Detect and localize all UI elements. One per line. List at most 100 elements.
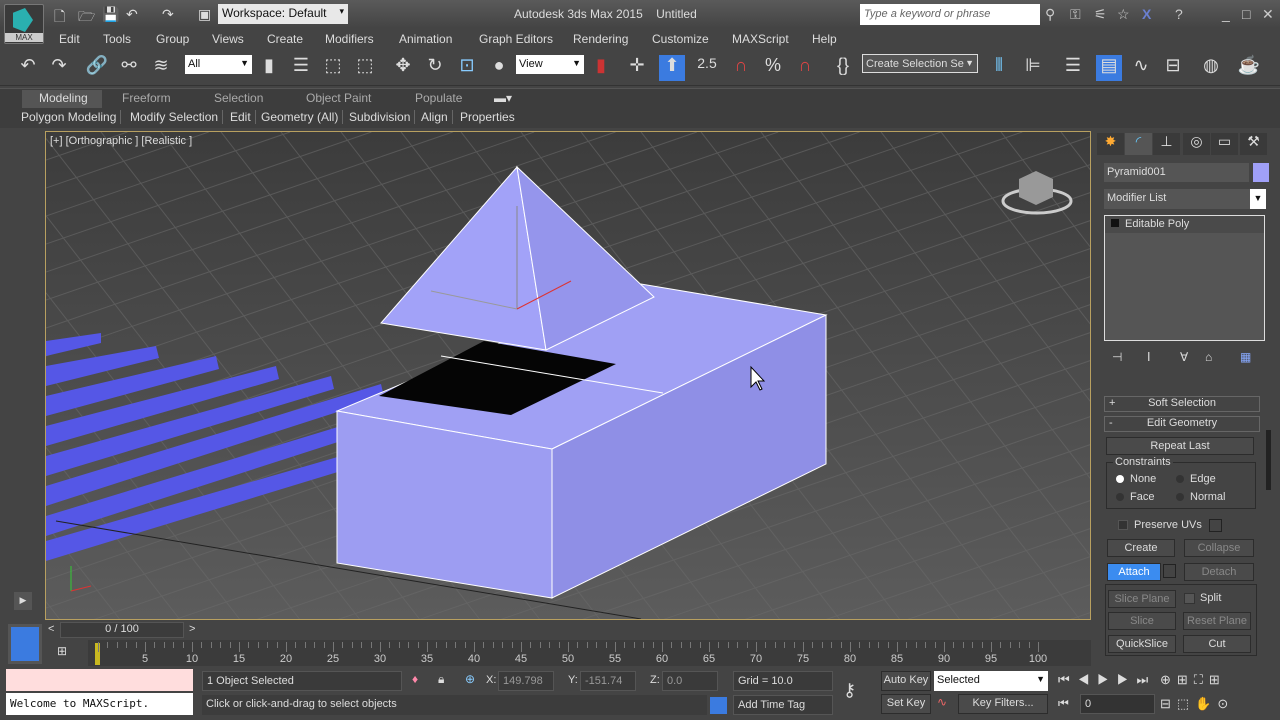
key-icon[interactable]: ⚿	[1070, 6, 1081, 23]
default-tangents-icon[interactable]: ∿	[937, 695, 947, 709]
motion-tab-icon[interactable]: ◎	[1183, 133, 1210, 155]
constraint-none-radio[interactable]: None	[1116, 473, 1156, 485]
reference-coordinate-dropdown[interactable]: View ▼	[516, 55, 584, 74]
remove-modifier-icon[interactable]: ⌂	[1205, 350, 1212, 364]
scene-explorer-icon[interactable]: ▤	[1096, 55, 1122, 81]
keyboard-shortcut-override-icon[interactable]: ⬆	[659, 55, 685, 81]
help-icon[interactable]: ?	[1175, 6, 1183, 22]
manipulate-icon[interactable]: ✛	[624, 55, 650, 76]
utilities-tab-icon[interactable]: ⚒	[1240, 133, 1267, 155]
repeat-last-button[interactable]: Repeat Last	[1106, 437, 1254, 455]
ribbon-edit[interactable]: Edit	[226, 110, 256, 124]
preserve-uvs-settings-icon[interactable]	[1209, 519, 1222, 532]
exchange-icon[interactable]: X	[1142, 6, 1151, 22]
schematic-view-icon[interactable]: ⊟	[1160, 55, 1186, 76]
new-file-icon[interactable]: 🗋	[54, 6, 65, 30]
percent-snap-icon[interactable]: %	[760, 55, 786, 76]
isolate-selection-icon[interactable]: ♦	[412, 672, 418, 686]
star-icon[interactable]: ☆	[1117, 6, 1130, 23]
layer-manager-icon[interactable]: ☰	[1060, 55, 1086, 76]
help-search-input[interactable]: Type a keyword or phrase	[860, 4, 1040, 25]
menu-customize[interactable]: Customize	[652, 32, 709, 46]
move-icon[interactable]: ✥	[390, 55, 416, 76]
menu-group[interactable]: Group	[156, 32, 189, 46]
playback-controls[interactable]: ⏮◀▶▶⏭	[1058, 672, 1156, 688]
rectangular-selection-icon[interactable]: ⬚	[320, 55, 346, 76]
play-expand-icon[interactable]: ▶	[14, 592, 32, 610]
link-icon[interactable]: 🔗	[84, 55, 110, 76]
align-icon[interactable]: ⊫	[1020, 55, 1046, 76]
select-object-icon[interactable]: ▮	[256, 55, 282, 76]
mirror-icon[interactable]: ⫴	[986, 55, 1012, 76]
mini-curve-editor-toggle[interactable]	[8, 624, 42, 664]
menu-tools[interactable]: Tools	[103, 32, 131, 46]
viewport-label[interactable]: [+] [Orthographic ] [Realistic ]	[50, 135, 192, 147]
ribbon-align[interactable]: Align	[417, 110, 453, 124]
redo-icon[interactable]: ↷	[162, 6, 174, 23]
ribbon-options-icon[interactable]: ▬▾	[494, 91, 512, 105]
curve-editor-icon[interactable]: ∿	[1128, 55, 1154, 76]
slice-button[interactable]: Slice	[1108, 612, 1176, 630]
project-folder-icon[interactable]: ▣	[198, 6, 211, 23]
y-coordinate-field[interactable]: -151.74	[580, 671, 636, 691]
pivot-center-icon[interactable]: ▮	[588, 55, 614, 76]
open-mini-curve-editor-icon[interactable]: ⊞	[57, 644, 67, 658]
menu-maxscript[interactable]: MAXScript	[732, 32, 789, 46]
key-filters-button[interactable]: Key Filters...	[958, 694, 1048, 714]
edit-geometry-rollout[interactable]: - Edit Geometry	[1104, 416, 1260, 432]
window-crossing-icon[interactable]: ⬚	[352, 55, 378, 76]
menu-graph-editors[interactable]: Graph Editors	[479, 32, 553, 46]
reset-plane-button[interactable]: Reset Plane	[1183, 612, 1251, 630]
set-key-button[interactable]: Set Key	[881, 694, 931, 714]
edit-named-selection-icon[interactable]: {}	[830, 55, 856, 76]
binoculars-icon[interactable]: ⚲	[1045, 6, 1055, 23]
maxscript-output[interactable]: Welcome to MAXScript.	[6, 693, 193, 715]
time-tag-icon[interactable]	[710, 697, 727, 714]
rotate-icon[interactable]: ↻	[422, 55, 448, 76]
menu-help[interactable]: Help	[812, 32, 837, 46]
viewport-orthographic[interactable]	[45, 131, 1091, 620]
select-by-name-icon[interactable]: ☰	[288, 55, 314, 76]
maxscript-listener-input[interactable]	[6, 669, 193, 691]
x-coordinate-field[interactable]: 149.798	[498, 671, 554, 691]
render-setup-icon[interactable]: ☕	[1236, 55, 1262, 76]
soft-selection-rollout[interactable]: + Soft Selection	[1104, 396, 1260, 412]
key-mode-dropdown[interactable]: Selected ▼	[934, 671, 1048, 691]
material-editor-icon[interactable]: ◍	[1198, 55, 1224, 76]
slice-plane-button[interactable]: Slice Plane	[1108, 590, 1176, 608]
ribbon-tab-freeform[interactable]: Freeform	[122, 91, 171, 105]
viewport-nav-controls-2[interactable]: ⊟⬚✋⊙	[1160, 696, 1234, 712]
maximize-icon[interactable]: □	[1242, 6, 1250, 22]
create-tab-icon[interactable]: ✸	[1097, 133, 1124, 155]
bind-space-warp-icon[interactable]: ≋	[148, 55, 174, 76]
ribbon-tab-selection[interactable]: Selection	[214, 91, 263, 105]
create-button[interactable]: Create	[1107, 539, 1175, 557]
make-unique-icon[interactable]: ∀	[1180, 350, 1188, 364]
object-name-field[interactable]: Pyramid001	[1104, 163, 1249, 182]
modifier-list-dropdown[interactable]: Modifier List ▼	[1104, 189, 1266, 209]
z-coordinate-field[interactable]: 0.0	[662, 671, 718, 691]
show-end-result-icon[interactable]: Ⅰ	[1147, 350, 1151, 364]
undo-icon[interactable]: ↶	[15, 55, 41, 76]
constraint-edge-radio[interactable]: Edge	[1176, 473, 1216, 485]
scale-icon[interactable]: ⊡	[454, 55, 480, 76]
named-selection-sets-dropdown[interactable]: Create Selection Se ▼	[862, 54, 978, 73]
angle-snap-icon[interactable]: ∩	[728, 55, 754, 76]
ribbon-tab-modeling[interactable]: Modeling	[39, 91, 88, 105]
split-checkbox[interactable]	[1184, 593, 1195, 604]
close-icon[interactable]: ✕	[1262, 6, 1274, 23]
menu-modifiers[interactable]: Modifiers	[325, 32, 374, 46]
spinner-snap-icon[interactable]: ∩	[792, 55, 818, 76]
unlink-icon[interactable]: ⚯	[116, 55, 142, 76]
selection-filter-dropdown[interactable]: All ▼	[185, 55, 252, 74]
time-slider-next[interactable]: >	[189, 623, 195, 635]
absolute-mode-icon[interactable]: ⊕	[465, 672, 475, 686]
ribbon-modify-selection[interactable]: Modify Selection	[126, 110, 224, 124]
viewport-nav-controls[interactable]: ⊕⊞⛶⊞	[1160, 672, 1226, 688]
ribbon-tab-object-paint[interactable]: Object Paint	[306, 91, 371, 105]
auto-key-button[interactable]: Auto Key	[881, 671, 931, 691]
ribbon-properties[interactable]: Properties	[456, 110, 519, 124]
time-slider-prev[interactable]: <	[48, 623, 54, 635]
object-color-swatch[interactable]	[1253, 163, 1269, 182]
expand-icon[interactable]	[1111, 219, 1119, 227]
